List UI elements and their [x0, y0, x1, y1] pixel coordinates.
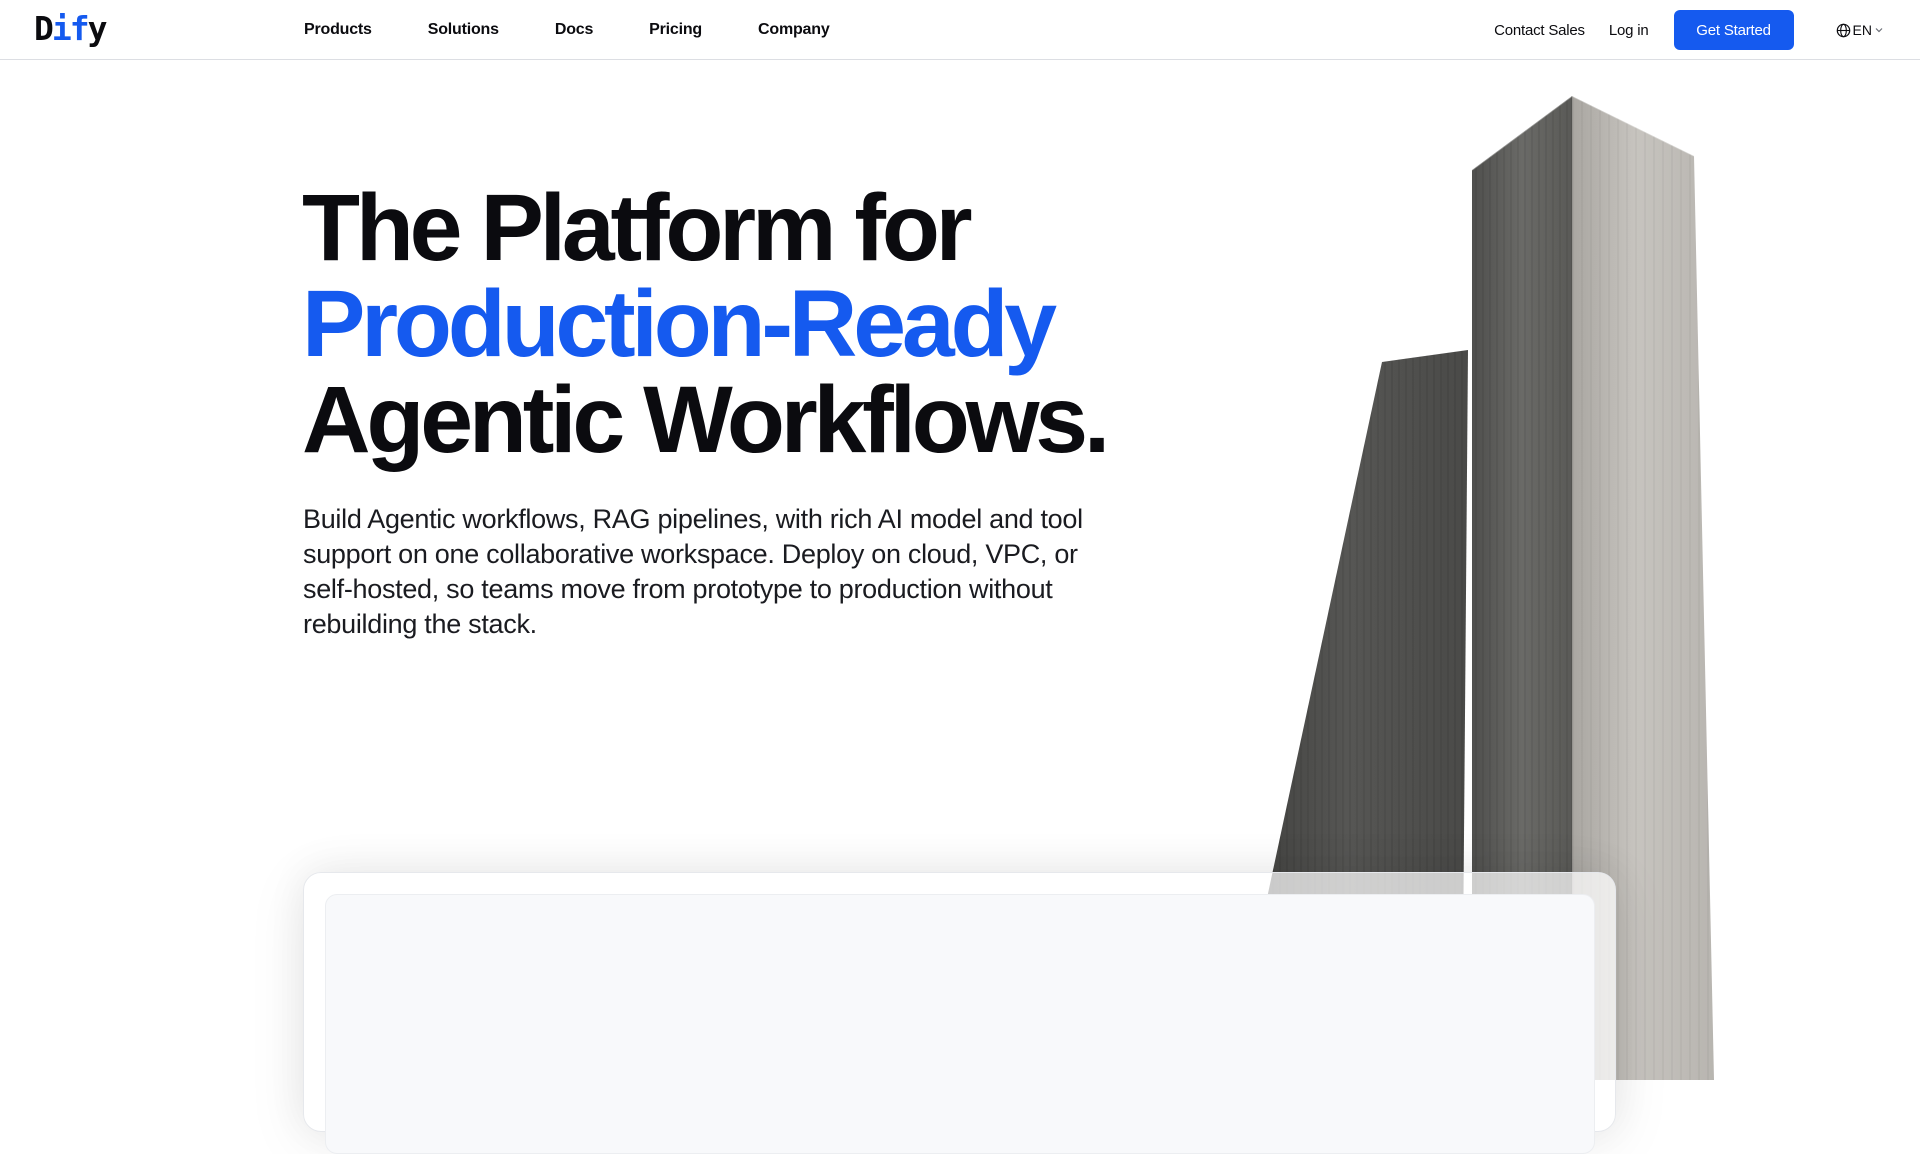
logo-text-d: D — [34, 9, 54, 48]
nav-link-pricing[interactable]: Pricing — [649, 21, 702, 39]
main-nav: Products Solutions Docs Pricing Company — [304, 0, 830, 60]
logo-text-y: y — [87, 9, 108, 48]
language-label: EN — [1852, 22, 1872, 38]
login-link[interactable]: Log in — [1609, 22, 1649, 39]
nav-link-docs[interactable]: Docs — [555, 21, 594, 39]
hero-title-line-3: Agentic Workflows. — [302, 367, 1110, 473]
contact-sales-link[interactable]: Contact Sales — [1494, 22, 1585, 39]
globe-icon — [1836, 23, 1851, 38]
product-preview-card — [303, 872, 1616, 1154]
top-navbar: Dif y Products Solutions Docs Pricing Com… — [0, 0, 1920, 60]
nav-actions: Contact Sales Log in Get Started EN — [1494, 0, 1884, 60]
dify-logo[interactable]: Dif y — [34, 9, 108, 49]
hero-title-line-2: Production-Ready — [302, 271, 1057, 377]
get-started-button[interactable]: Get Started — [1673, 10, 1794, 50]
chevron-down-icon — [1874, 25, 1884, 35]
language-selector[interactable]: EN — [1836, 22, 1884, 38]
hero-title-line-1: The Platform for — [302, 175, 973, 281]
logo-text-if: if — [51, 9, 90, 48]
product-preview-window — [325, 894, 1595, 1154]
hero-description: Build Agentic workflows, RAG pipelines, … — [303, 504, 1083, 639]
nav-link-solutions[interactable]: Solutions — [428, 21, 499, 39]
nav-link-products[interactable]: Products — [304, 21, 372, 39]
nav-link-company[interactable]: Company — [758, 21, 830, 39]
hero-title: The Platform for Production-Ready Agenti… — [302, 180, 1162, 468]
